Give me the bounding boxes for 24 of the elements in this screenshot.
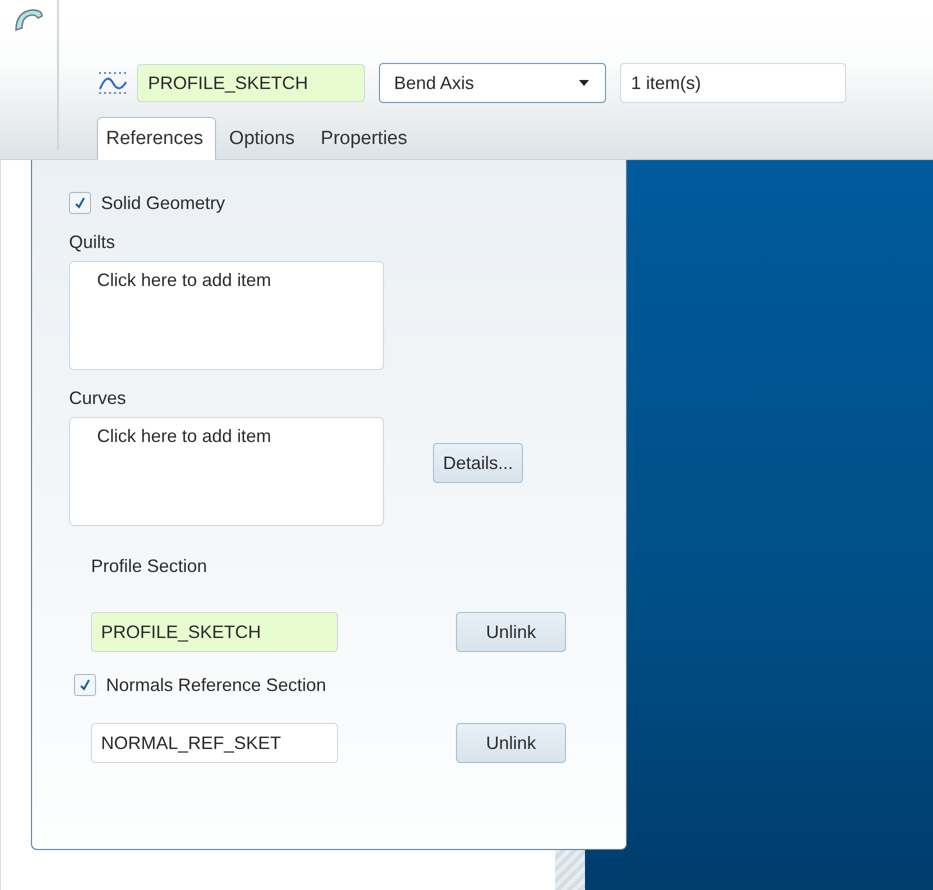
details-button[interactable]: Details... (433, 443, 524, 483)
checkbox[interactable] (69, 192, 91, 214)
checkbox-label: Normals Reference Section (106, 674, 326, 696)
checkmark-icon (78, 678, 92, 692)
curves-collector[interactable]: Click here to add item (69, 417, 384, 526)
checkbox[interactable] (74, 674, 96, 696)
sketch-field[interactable]: PROFILE_SKETCH (137, 64, 365, 102)
profile-section-label: Profile Section (91, 556, 208, 577)
bend-axis-collector-field[interactable]: 1 item(s) (620, 63, 846, 103)
tab[interactable]: Properties (312, 117, 420, 160)
dropdown-caret-icon (579, 80, 589, 86)
unlink-button[interactable]: Unlink (456, 723, 566, 763)
tab[interactable]: Options (220, 117, 308, 160)
checkbox-label: Solid Geometry (101, 192, 226, 214)
curves-label: Curves (69, 388, 128, 409)
quilts-label: Quilts (69, 232, 116, 253)
profile-section-field[interactable]: PROFILE_SKETCH (91, 612, 338, 652)
checkmark-icon (73, 196, 87, 210)
quilts-collector[interactable]: Click here to add item (69, 261, 384, 370)
tab[interactable]: References (97, 117, 216, 160)
unlink-button[interactable]: Unlink (456, 612, 566, 652)
bend-axis-dropdown[interactable]: Bend Axis (379, 63, 606, 103)
sketch-icon[interactable] (97, 70, 129, 96)
normals-section-field[interactable]: NORMAL_REF_SKET (91, 723, 338, 763)
